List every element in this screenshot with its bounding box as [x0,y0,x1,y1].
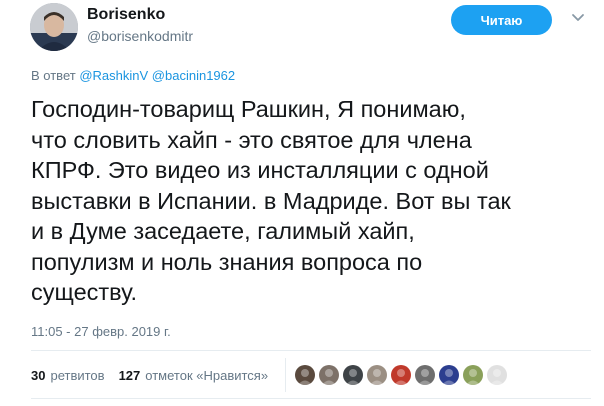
likes-stat[interactable]: 127 отметок «Нравится» [119,368,269,383]
avatar-icon [343,365,363,385]
liker-avatar-8[interactable] [463,365,483,385]
tweet-text: Господин-товарищ Рашкин, Я понимаю, что … [31,96,511,305]
liker-avatar-5[interactable] [391,365,411,385]
liker-avatar-7[interactable] [439,365,459,385]
reply-mention-2[interactable]: @bacinin1962 [152,68,235,83]
user-avatar-icon [30,3,78,51]
avatar-icon [319,365,339,385]
author-handle[interactable]: @borisenkodmitr [87,28,193,44]
liker-avatar-9[interactable] [487,365,507,385]
tweet-timestamp[interactable]: 11:05 - 27 февр. 2019 г. [31,324,171,339]
divider-bottom [31,398,591,399]
likes-count: 127 [118,367,141,383]
divider-top [31,350,591,351]
author-avatar[interactable] [30,3,78,51]
avatar-icon [439,365,459,385]
likes-label: отметок «Нравится» [145,367,269,383]
tweet-header: Borisenko @borisenkodmitr Читаю [0,0,604,60]
liker-avatar-2[interactable] [319,365,339,385]
liker-avatars [295,365,507,385]
stats-separator [285,358,286,392]
avatar-icon [367,365,387,385]
reply-prefix: В ответ [31,68,76,83]
avatar-icon [391,365,411,385]
avatar-icon [415,365,435,385]
chevron-down-icon[interactable] [570,9,586,25]
follow-button[interactable]: Читаю [451,5,552,35]
avatar-icon [463,365,483,385]
liker-avatar-6[interactable] [415,365,435,385]
avatar-icon [487,365,507,385]
retweets-count: 30 [31,367,46,383]
avatar-icon [295,365,315,385]
liker-avatar-1[interactable] [295,365,315,385]
liker-avatar-4[interactable] [367,365,387,385]
tweet-stats: 30 ретвитов 127 отметок «Нравится» [31,365,268,385]
retweets-label: ретвитов [50,367,105,383]
reply-context: В ответ @RashkinV @bacinin1962 [31,68,235,83]
liker-avatar-3[interactable] [343,365,363,385]
retweets-stat[interactable]: 30 ретвитов [31,368,105,383]
author-display-name[interactable]: Borisenko [87,6,165,24]
reply-mention-1[interactable]: @RashkinV [79,68,148,83]
